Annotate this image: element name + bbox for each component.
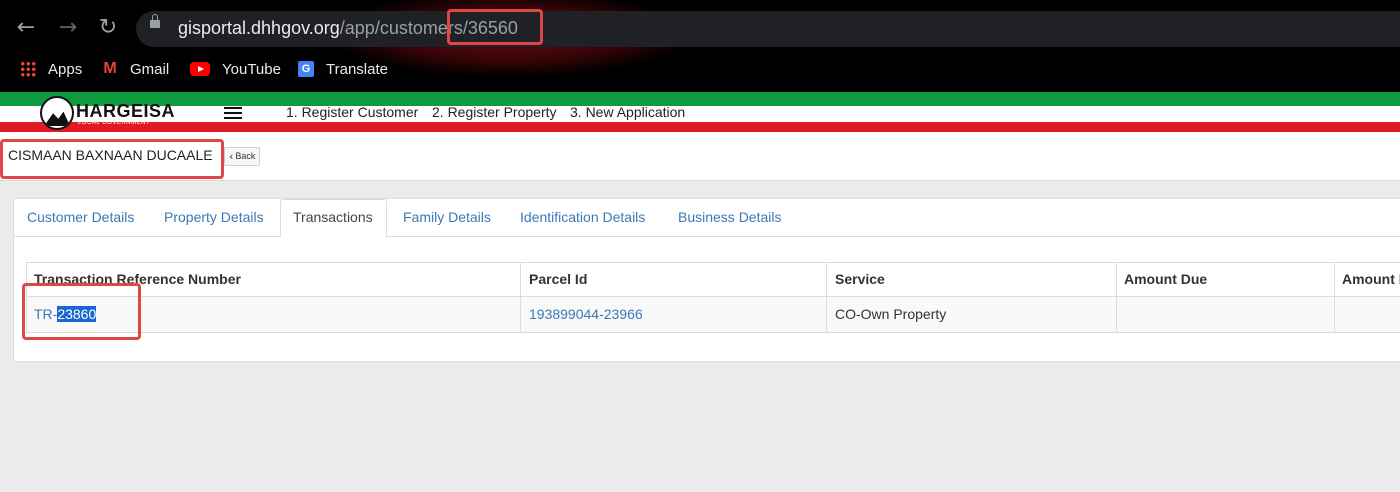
bookmark-apps[interactable]: Apps — [20, 56, 82, 82]
header-stripe-white — [0, 106, 1400, 122]
gmail-icon: M — [103, 60, 117, 77]
lock-icon — [150, 14, 160, 28]
service-cell: CO-Own Property — [835, 306, 947, 322]
url-host: gisportal.dhhgov.org — [178, 18, 340, 38]
url-id-highlight-box — [447, 9, 543, 45]
bookmark-youtube[interactable]: YouTube — [190, 56, 281, 82]
back-button[interactable]: ‹ Back — [224, 147, 261, 166]
nav-register-customer[interactable]: 1. Register Customer — [286, 104, 418, 120]
tab-business-details[interactable]: Business Details — [678, 209, 782, 225]
header-stripe-green — [0, 92, 1400, 106]
transaction-ref-highlight-box — [22, 283, 141, 340]
nav-new-application[interactable]: 3. New Application — [570, 104, 685, 120]
bookmark-label: Translate — [326, 60, 388, 78]
logo-subtext: LOCAL GOVERNMENT — [78, 120, 151, 126]
tab-family-details[interactable]: Family Details — [403, 209, 491, 225]
bookmark-translate[interactable]: G Translate — [298, 56, 388, 82]
tab-property-details[interactable]: Property Details — [164, 209, 264, 225]
bookmark-gmail[interactable]: M Gmail — [102, 56, 169, 82]
column-header-amount-due[interactable]: Amount Due — [1124, 271, 1207, 287]
column-divider — [520, 263, 521, 332]
bookmarks-bar: Apps M Gmail YouTube G Translate — [0, 56, 1400, 82]
column-header-service[interactable]: Service — [835, 271, 885, 287]
column-header-amount-paid[interactable]: Amount P — [1342, 271, 1400, 287]
bookmark-label: YouTube — [222, 60, 281, 78]
bookmark-label: Gmail — [130, 60, 170, 78]
column-divider — [826, 263, 827, 332]
logo-emblem-icon[interactable] — [40, 96, 74, 130]
tab-identification-details[interactable]: Identification Details — [520, 209, 645, 225]
youtube-icon — [190, 62, 210, 76]
column-divider — [1334, 263, 1335, 332]
google-translate-icon: G — [298, 61, 314, 77]
reload-icon[interactable]: ↻ — [92, 12, 124, 44]
customer-name-highlight-box — [0, 139, 224, 179]
apps-grid-icon — [20, 61, 36, 77]
back-arrow-icon[interactable]: ← — [10, 12, 42, 44]
column-header-parcel-id[interactable]: Parcel Id — [529, 271, 587, 287]
back-button-label: Back — [235, 151, 256, 161]
tab-transactions[interactable]: Transactions — [293, 209, 373, 225]
tab-customer-details[interactable]: Customer Details — [27, 209, 134, 225]
nav-register-property[interactable]: 2. Register Property — [432, 104, 557, 120]
table-row — [27, 297, 1400, 332]
logo-text[interactable]: HARGEISA — [76, 101, 175, 122]
parcel-id-link[interactable]: 193899044-23966 — [529, 306, 643, 322]
chevron-left-icon: ‹ — [229, 150, 234, 163]
hamburger-menu-icon[interactable] — [224, 107, 242, 119]
column-divider — [1116, 263, 1117, 332]
header-stripe-red — [0, 122, 1400, 132]
bookmark-label: Apps — [48, 60, 83, 78]
forward-arrow-icon[interactable]: → — [52, 12, 84, 44]
